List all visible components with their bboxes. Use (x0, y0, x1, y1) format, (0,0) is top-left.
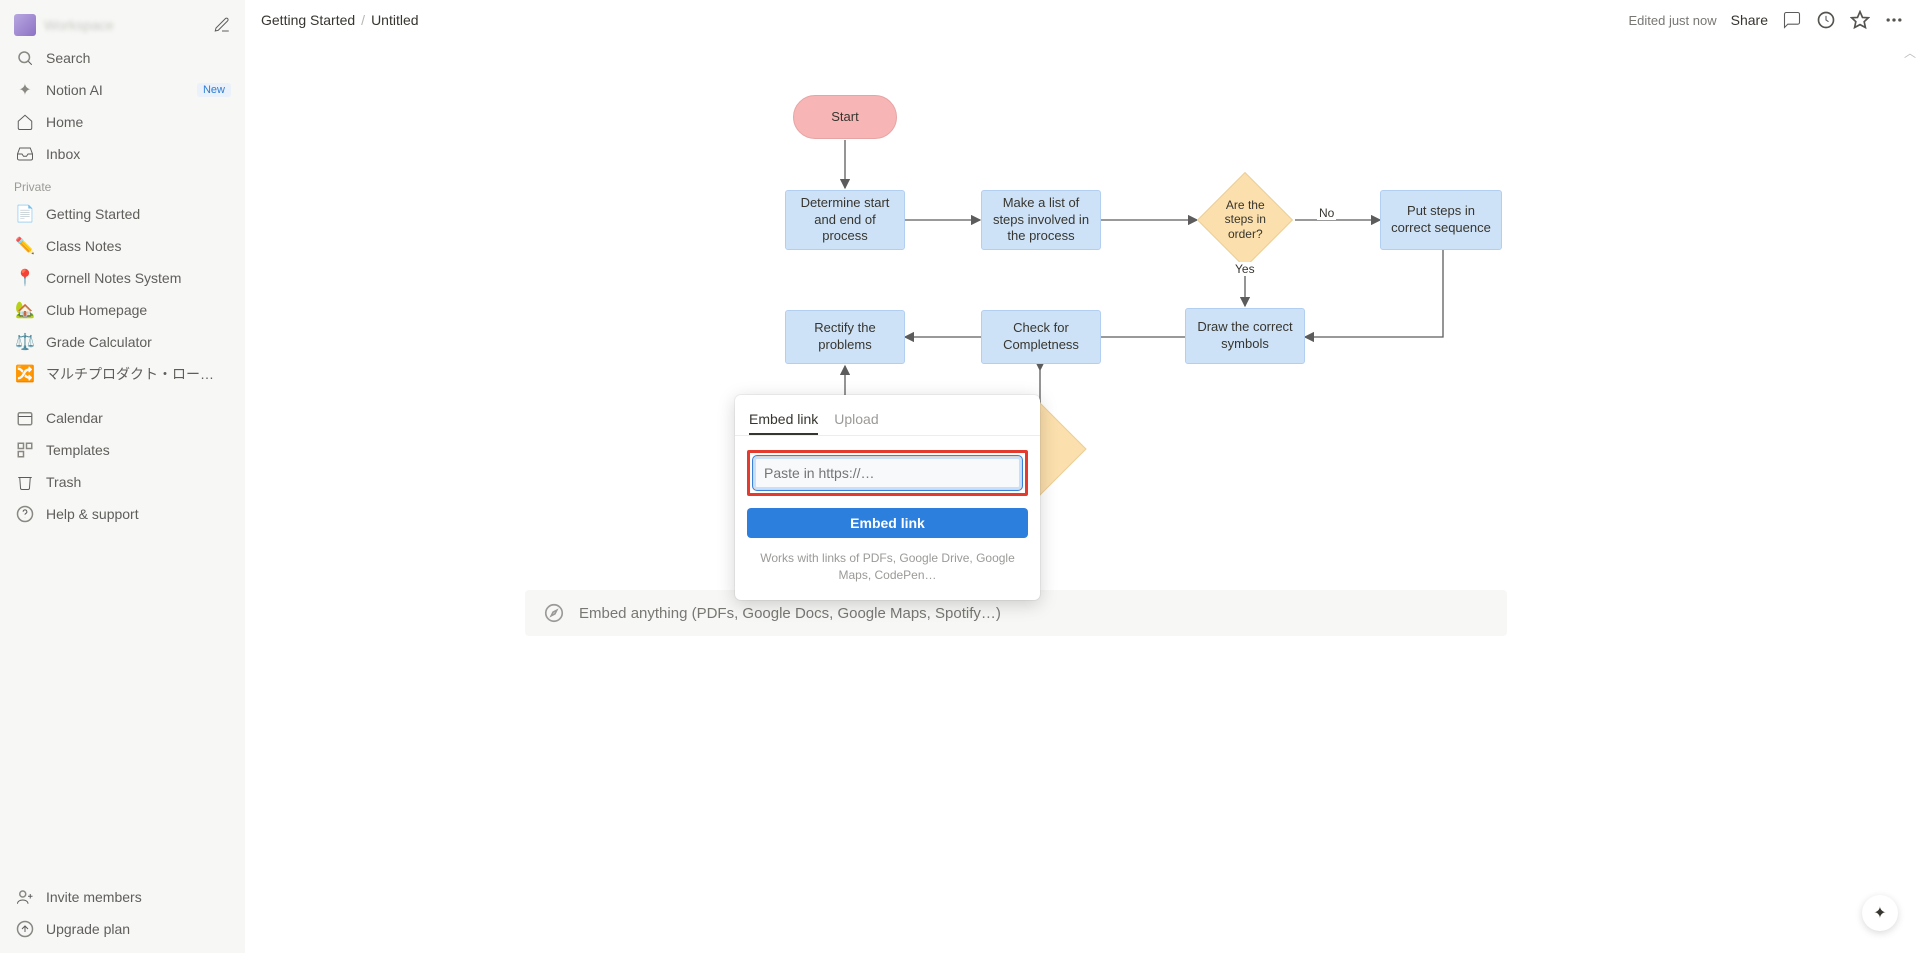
edge-label-no: No (1317, 206, 1336, 220)
edited-status: Edited just now (1628, 13, 1716, 28)
breadcrumb: Getting Started / Untitled (261, 12, 419, 28)
sidebar-ai-label: Notion AI (46, 82, 187, 98)
new-badge: New (197, 83, 231, 97)
page-multi[interactable]: 🔀 マルチプロダクト・ロー… (4, 358, 241, 390)
page-grade[interactable]: ⚖️ Grade Calculator (4, 326, 241, 358)
sidebar-help-label: Help & support (46, 506, 231, 522)
sidebar-upgrade-label: Upgrade plan (46, 921, 231, 937)
highlight-annotation (747, 450, 1028, 496)
flow-make-list[interactable]: Make a list of steps involved in the pro… (981, 190, 1101, 250)
share-button[interactable]: Share (1731, 12, 1768, 28)
page-label: Club Homepage (46, 302, 231, 318)
page-label: マルチプロダクト・ロー… (46, 364, 231, 384)
workspace-name: Workspace (44, 17, 205, 33)
upgrade-icon (14, 918, 36, 940)
embed-popup: Embed link Upload Embed link Works with … (735, 395, 1040, 600)
flow-start[interactable]: Start (793, 95, 897, 139)
sparkle-icon: ✦ (1873, 903, 1886, 923)
sidebar-help[interactable]: Help & support (4, 498, 241, 530)
page-icon: 🏡 (14, 299, 36, 321)
sidebar: Workspace Search ✦ Notion AI New Home In… (0, 0, 245, 953)
ai-fab[interactable]: ✦ (1862, 895, 1898, 931)
flow-determine[interactable]: Determine start and end of process (785, 190, 905, 250)
page-getting-started[interactable]: 📄 Getting Started (4, 198, 241, 230)
embed-link-button[interactable]: Embed link (747, 508, 1028, 538)
breadcrumb-current[interactable]: Untitled (371, 12, 418, 28)
sidebar-home-label: Home (46, 114, 231, 130)
sidebar-calendar-label: Calendar (46, 410, 231, 426)
page-content: Start Determine start and end of process… (245, 40, 1920, 953)
sidebar-home[interactable]: Home (4, 106, 241, 138)
more-icon[interactable] (1884, 10, 1904, 30)
page-cornell[interactable]: 📍 Cornell Notes System (4, 262, 241, 294)
sidebar-notion-ai[interactable]: ✦ Notion AI New (4, 74, 241, 106)
tab-upload[interactable]: Upload (834, 407, 878, 435)
edge-label-yes: Yes (1233, 262, 1257, 276)
topbar: Getting Started / Untitled Edited just n… (245, 0, 1920, 40)
sidebar-trash[interactable]: Trash (4, 466, 241, 498)
flow-correct-seq[interactable]: Put steps in correct sequence (1380, 190, 1502, 250)
breadcrumb-sep: / (361, 12, 365, 28)
page-label: Cornell Notes System (46, 270, 231, 286)
section-private: Private (4, 170, 241, 198)
compose-icon[interactable] (213, 16, 231, 34)
page-icon: ⚖️ (14, 331, 36, 353)
compass-icon (543, 602, 565, 624)
embed-url-input[interactable] (753, 456, 1022, 490)
main: Getting Started / Untitled Edited just n… (245, 0, 1920, 953)
sparkle-icon: ✦ (14, 79, 36, 101)
sidebar-templates[interactable]: Templates (4, 434, 241, 466)
sidebar-calendar[interactable]: Calendar (4, 402, 241, 434)
embed-placeholder: Embed anything (PDFs, Google Docs, Googl… (579, 605, 1001, 622)
sidebar-invite-label: Invite members (46, 889, 231, 905)
sidebar-templates-label: Templates (46, 442, 231, 458)
inbox-icon (14, 143, 36, 165)
invite-icon (14, 886, 36, 908)
search-icon (14, 47, 36, 69)
page-club[interactable]: 🏡 Club Homepage (4, 294, 241, 326)
page-icon: 📄 (14, 203, 36, 225)
workspace-avatar (14, 14, 36, 36)
flow-draw-symbols[interactable]: Draw the correct symbols (1185, 308, 1305, 364)
sidebar-search[interactable]: Search (4, 42, 241, 74)
home-icon (14, 111, 36, 133)
page-class-notes[interactable]: ✏️ Class Notes (4, 230, 241, 262)
sidebar-inbox[interactable]: Inbox (4, 138, 241, 170)
history-icon[interactable] (1816, 10, 1836, 30)
sidebar-trash-label: Trash (46, 474, 231, 490)
sidebar-invite[interactable]: Invite members (4, 881, 241, 913)
flow-check-complete[interactable]: Check for Completness (981, 310, 1101, 364)
workspace-switcher[interactable]: Workspace (4, 8, 241, 42)
help-icon (14, 503, 36, 525)
page-label: Getting Started (46, 206, 231, 222)
page-icon: ✏️ (14, 235, 36, 257)
page-icon: 🔀 (14, 363, 36, 385)
trash-icon (14, 471, 36, 493)
comments-icon[interactable] (1782, 10, 1802, 30)
sidebar-inbox-label: Inbox (46, 146, 231, 162)
flow-rectify[interactable]: Rectify the problems (785, 310, 905, 364)
sidebar-upgrade[interactable]: Upgrade plan (4, 913, 241, 945)
page-label: Grade Calculator (46, 334, 231, 350)
sidebar-search-label: Search (46, 50, 231, 66)
tab-embed-link[interactable]: Embed link (749, 407, 818, 435)
breadcrumb-parent[interactable]: Getting Started (261, 12, 355, 28)
star-icon[interactable] (1850, 10, 1870, 30)
page-icon: 📍 (14, 267, 36, 289)
page-label: Class Notes (46, 238, 231, 254)
calendar-icon (14, 407, 36, 429)
embed-help-text: Works with links of PDFs, Google Drive, … (747, 550, 1028, 584)
templates-icon (14, 439, 36, 461)
